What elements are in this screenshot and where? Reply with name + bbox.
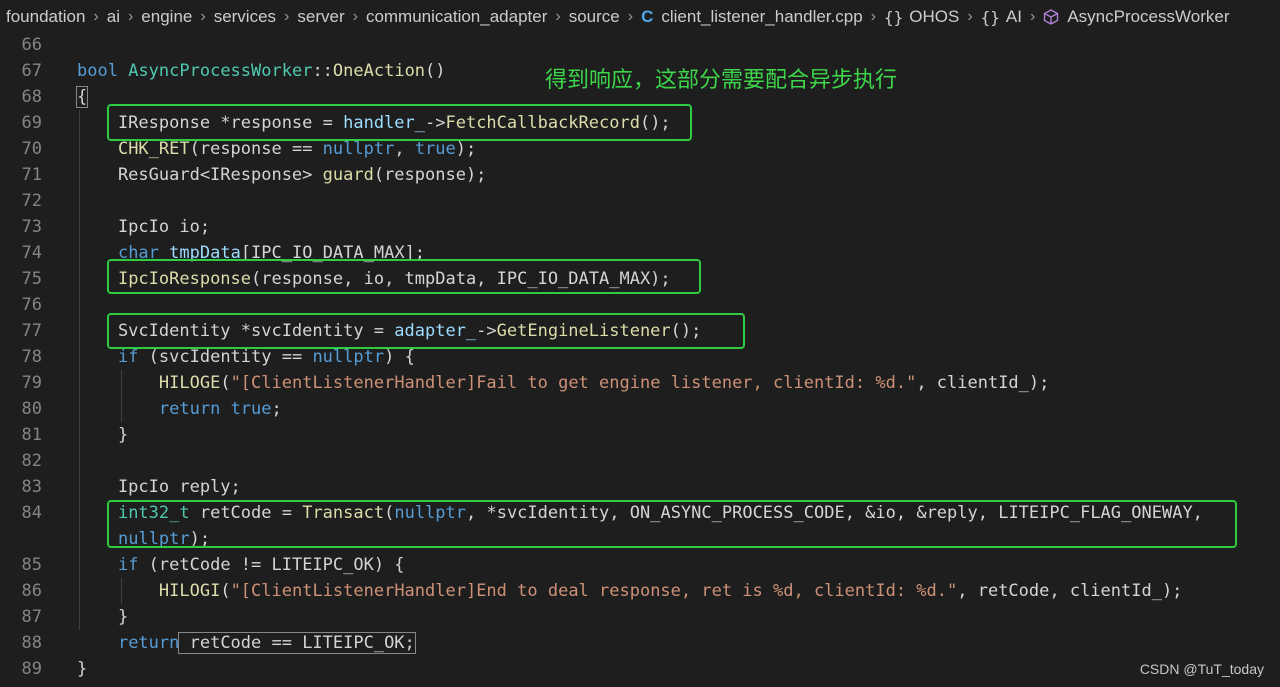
indent-guide	[79, 110, 80, 630]
line-number: 72	[21, 191, 42, 211]
breadcrumb-item-services[interactable]: services	[214, 7, 276, 27]
code-line[interactable]: 85 if (retCode != LITEIPC_OK) {	[0, 552, 1280, 578]
code-text: }	[77, 425, 129, 445]
line-number: 81	[21, 425, 42, 445]
code-line[interactable]: 86 HILOGI("[ClientListenerHandler]End to…	[0, 578, 1280, 604]
code-text: return true;	[158, 399, 282, 419]
highlight-box-transact	[107, 500, 1237, 548]
breadcrumb-separator-icon: ›	[1029, 8, 1036, 25]
line-number: 79	[21, 373, 42, 393]
code-text: bool AsyncProcessWorker::OneAction()	[77, 61, 446, 81]
breadcrumb-separator-icon: ›	[555, 8, 561, 25]
line-number: 89	[21, 659, 42, 679]
breadcrumb-separator-icon: ›	[93, 8, 99, 25]
code-line[interactable]: 88 return retCode == LITEIPC_OK;	[0, 630, 1280, 656]
annotation-text: 得到响应，这部分需要配合异步执行	[545, 68, 898, 93]
code-line[interactable]: 83 IpcIo reply;	[0, 474, 1280, 500]
line-number: 68	[21, 87, 42, 107]
line-number: 73	[21, 217, 42, 237]
breadcrumb-item-foundation[interactable]: foundation	[6, 7, 85, 27]
line-number: 75	[21, 269, 42, 289]
breadcrumb-separator-icon: ›	[127, 8, 134, 25]
line-number: 77	[21, 321, 42, 341]
line-number: 83	[21, 477, 42, 497]
breadcrumb-separator-icon: ›	[870, 8, 876, 25]
code-text: IpcIo reply;	[77, 477, 241, 497]
watermark: CSDN @TuT_today	[1139, 661, 1264, 677]
breadcrumb-symbol[interactable]: AsyncProcessWorker	[1067, 7, 1229, 27]
code-text: HILOGE("[ClientListenerHandler]Fail to g…	[158, 373, 1050, 393]
breadcrumb-namespace-ai[interactable]: AI	[1006, 7, 1022, 27]
breadcrumb-separator-icon: ›	[284, 8, 290, 25]
breadcrumb-separator-icon: ›	[352, 8, 358, 25]
code-text: if (retCode != LITEIPC_OK) {	[117, 555, 405, 575]
namespace-icon: {}	[884, 7, 904, 27]
cpp-file-icon: C	[641, 7, 654, 26]
line-number: 76	[21, 295, 42, 315]
indent-guide	[121, 578, 122, 604]
code-text: }	[77, 607, 129, 627]
highlight-box-ipc-response	[107, 259, 701, 294]
line-number: 87	[21, 607, 42, 627]
line-number: 86	[21, 581, 42, 601]
breadcrumb-file[interactable]: client_listener_handler.cpp	[661, 7, 862, 27]
line-number: 74	[21, 243, 42, 263]
code-line[interactable]: 72	[0, 188, 1280, 214]
class-symbol-icon	[1044, 9, 1059, 25]
code-text: }	[77, 659, 88, 679]
line-number: 67	[21, 61, 42, 81]
code-text: HILOGI("[ClientListenerHandler]End to de…	[158, 581, 1183, 601]
code-line[interactable]: 79 HILOGE("[ClientListenerHandler]Fail t…	[0, 370, 1280, 396]
code-line[interactable]: 82	[0, 448, 1280, 474]
line-number: 71	[21, 165, 42, 185]
line-number: 85	[21, 555, 42, 575]
code-text: ResGuard<IResponse> guard(response);	[77, 165, 487, 185]
code-line[interactable]: 80 return true;	[0, 396, 1280, 422]
breadcrumb-separator-icon: ›	[627, 8, 634, 25]
line-number: 84	[21, 503, 42, 523]
breadcrumb-item-ai[interactable]: ai	[107, 7, 120, 27]
code-text: IpcIo io;	[77, 217, 211, 237]
line-number: 78	[21, 347, 42, 367]
line-number: 82	[21, 451, 42, 471]
breadcrumb-item-server[interactable]: server	[297, 7, 344, 27]
breadcrumb-item-engine[interactable]: engine	[141, 7, 192, 27]
code-line[interactable]: 89}	[0, 656, 1280, 682]
code-line[interactable]: 81 }	[0, 422, 1280, 448]
highlight-box-engine-listener	[107, 313, 745, 349]
breadcrumb: foundation › ai › engine › services › server › com…	[0, 0, 1280, 34]
code-text: {	[75, 86, 89, 108]
line-number: 70	[21, 139, 42, 159]
breadcrumb-namespace-ohos[interactable]: OHOS	[909, 7, 959, 27]
code-line[interactable]: 71 ResGuard<IResponse> guard(response);	[0, 162, 1280, 188]
code-text: return retCode == LITEIPC_OK;	[117, 632, 416, 654]
highlight-box-fetch-callback	[107, 104, 692, 141]
breadcrumb-item-communication-adapter[interactable]: communication_adapter	[366, 7, 547, 27]
namespace-icon: {}	[980, 7, 1000, 27]
code-line[interactable]: 73 IpcIo io;	[0, 214, 1280, 240]
line-number: 80	[21, 399, 42, 419]
line-number: 88	[21, 633, 42, 653]
line-number: 66	[21, 35, 42, 55]
indent-guide	[121, 370, 122, 422]
line-number: 69	[21, 113, 42, 133]
breadcrumb-separator-icon: ›	[967, 8, 973, 25]
breadcrumb-item-source[interactable]: source	[569, 7, 620, 27]
breadcrumb-separator-icon: ›	[200, 8, 206, 25]
code-line[interactable]: 66	[0, 32, 1280, 58]
code-line[interactable]: 87 }	[0, 604, 1280, 630]
